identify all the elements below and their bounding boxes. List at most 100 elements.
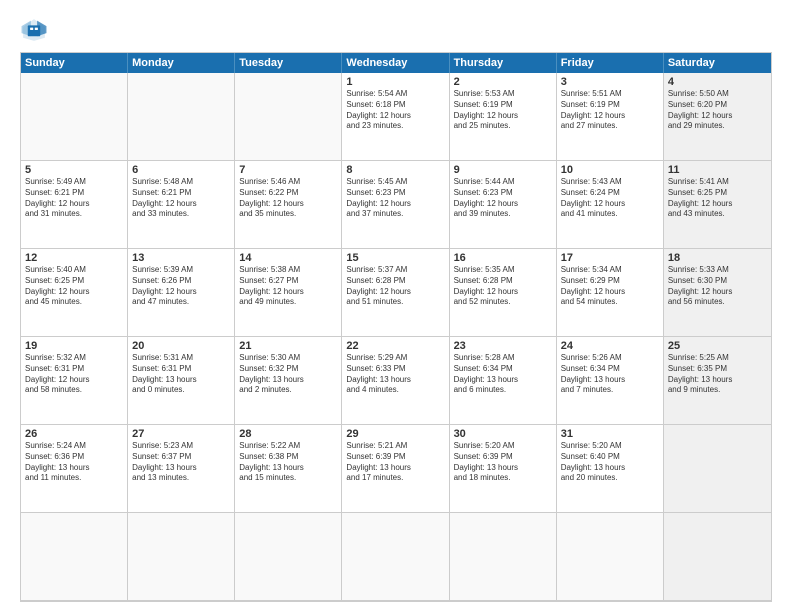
day-number: 18 <box>668 252 767 264</box>
cal-cell: 9Sunrise: 5:44 AM Sunset: 6:23 PM Daylig… <box>450 161 557 249</box>
day-number: 24 <box>561 340 659 352</box>
cell-info: Sunrise: 5:29 AM Sunset: 6:33 PM Dayligh… <box>346 353 444 396</box>
cell-info: Sunrise: 5:49 AM Sunset: 6:21 PM Dayligh… <box>25 177 123 220</box>
header-day-monday: Monday <box>128 53 235 73</box>
cell-info: Sunrise: 5:41 AM Sunset: 6:25 PM Dayligh… <box>668 177 767 220</box>
cal-cell <box>342 513 449 601</box>
day-number: 15 <box>346 252 444 264</box>
logo <box>20 16 52 44</box>
cal-cell: 5Sunrise: 5:49 AM Sunset: 6:21 PM Daylig… <box>21 161 128 249</box>
cal-cell: 2Sunrise: 5:53 AM Sunset: 6:19 PM Daylig… <box>450 73 557 161</box>
day-number: 8 <box>346 164 444 176</box>
cal-cell <box>664 513 771 601</box>
cal-cell: 28Sunrise: 5:22 AM Sunset: 6:38 PM Dayli… <box>235 425 342 513</box>
header <box>20 16 772 44</box>
cal-cell: 10Sunrise: 5:43 AM Sunset: 6:24 PM Dayli… <box>557 161 664 249</box>
cal-cell: 11Sunrise: 5:41 AM Sunset: 6:25 PM Dayli… <box>664 161 771 249</box>
day-number: 14 <box>239 252 337 264</box>
cal-cell: 18Sunrise: 5:33 AM Sunset: 6:30 PM Dayli… <box>664 249 771 337</box>
cal-cell: 6Sunrise: 5:48 AM Sunset: 6:21 PM Daylig… <box>128 161 235 249</box>
cal-cell <box>450 513 557 601</box>
cell-info: Sunrise: 5:34 AM Sunset: 6:29 PM Dayligh… <box>561 265 659 308</box>
day-number: 4 <box>668 76 767 88</box>
cell-info: Sunrise: 5:51 AM Sunset: 6:19 PM Dayligh… <box>561 89 659 132</box>
day-number: 1 <box>346 76 444 88</box>
day-number: 19 <box>25 340 123 352</box>
cal-cell: 26Sunrise: 5:24 AM Sunset: 6:36 PM Dayli… <box>21 425 128 513</box>
calendar: SundayMondayTuesdayWednesdayThursdayFrid… <box>20 52 772 602</box>
cal-cell <box>128 73 235 161</box>
cell-info: Sunrise: 5:20 AM Sunset: 6:39 PM Dayligh… <box>454 441 552 484</box>
cal-cell <box>128 513 235 601</box>
header-day-friday: Friday <box>557 53 664 73</box>
cal-cell: 29Sunrise: 5:21 AM Sunset: 6:39 PM Dayli… <box>342 425 449 513</box>
day-number: 2 <box>454 76 552 88</box>
day-number: 17 <box>561 252 659 264</box>
cell-info: Sunrise: 5:26 AM Sunset: 6:34 PM Dayligh… <box>561 353 659 396</box>
day-number: 12 <box>25 252 123 264</box>
cal-cell <box>21 513 128 601</box>
day-number: 30 <box>454 428 552 440</box>
header-day-thursday: Thursday <box>450 53 557 73</box>
cell-info: Sunrise: 5:25 AM Sunset: 6:35 PM Dayligh… <box>668 353 767 396</box>
cell-info: Sunrise: 5:24 AM Sunset: 6:36 PM Dayligh… <box>25 441 123 484</box>
cell-info: Sunrise: 5:21 AM Sunset: 6:39 PM Dayligh… <box>346 441 444 484</box>
cal-cell: 21Sunrise: 5:30 AM Sunset: 6:32 PM Dayli… <box>235 337 342 425</box>
cal-cell: 12Sunrise: 5:40 AM Sunset: 6:25 PM Dayli… <box>21 249 128 337</box>
day-number: 23 <box>454 340 552 352</box>
cal-cell: 19Sunrise: 5:32 AM Sunset: 6:31 PM Dayli… <box>21 337 128 425</box>
cal-cell: 13Sunrise: 5:39 AM Sunset: 6:26 PM Dayli… <box>128 249 235 337</box>
day-number: 20 <box>132 340 230 352</box>
cell-info: Sunrise: 5:43 AM Sunset: 6:24 PM Dayligh… <box>561 177 659 220</box>
day-number: 21 <box>239 340 337 352</box>
cal-cell: 7Sunrise: 5:46 AM Sunset: 6:22 PM Daylig… <box>235 161 342 249</box>
cal-cell: 22Sunrise: 5:29 AM Sunset: 6:33 PM Dayli… <box>342 337 449 425</box>
cal-cell: 25Sunrise: 5:25 AM Sunset: 6:35 PM Dayli… <box>664 337 771 425</box>
cell-info: Sunrise: 5:38 AM Sunset: 6:27 PM Dayligh… <box>239 265 337 308</box>
header-day-sunday: Sunday <box>21 53 128 73</box>
header-day-saturday: Saturday <box>664 53 771 73</box>
day-number: 27 <box>132 428 230 440</box>
cal-cell: 27Sunrise: 5:23 AM Sunset: 6:37 PM Dayli… <box>128 425 235 513</box>
day-number: 5 <box>25 164 123 176</box>
cal-cell: 24Sunrise: 5:26 AM Sunset: 6:34 PM Dayli… <box>557 337 664 425</box>
cell-info: Sunrise: 5:28 AM Sunset: 6:34 PM Dayligh… <box>454 353 552 396</box>
cal-cell: 30Sunrise: 5:20 AM Sunset: 6:39 PM Dayli… <box>450 425 557 513</box>
cell-info: Sunrise: 5:46 AM Sunset: 6:22 PM Dayligh… <box>239 177 337 220</box>
page: SundayMondayTuesdayWednesdayThursdayFrid… <box>0 0 792 612</box>
cell-info: Sunrise: 5:39 AM Sunset: 6:26 PM Dayligh… <box>132 265 230 308</box>
cell-info: Sunrise: 5:45 AM Sunset: 6:23 PM Dayligh… <box>346 177 444 220</box>
cal-cell: 15Sunrise: 5:37 AM Sunset: 6:28 PM Dayli… <box>342 249 449 337</box>
cal-cell: 14Sunrise: 5:38 AM Sunset: 6:27 PM Dayli… <box>235 249 342 337</box>
cal-cell <box>235 513 342 601</box>
cal-cell: 4Sunrise: 5:50 AM Sunset: 6:20 PM Daylig… <box>664 73 771 161</box>
cell-info: Sunrise: 5:22 AM Sunset: 6:38 PM Dayligh… <box>239 441 337 484</box>
cal-cell: 8Sunrise: 5:45 AM Sunset: 6:23 PM Daylig… <box>342 161 449 249</box>
calendar-header: SundayMondayTuesdayWednesdayThursdayFrid… <box>21 53 771 73</box>
cal-cell: 3Sunrise: 5:51 AM Sunset: 6:19 PM Daylig… <box>557 73 664 161</box>
cell-info: Sunrise: 5:37 AM Sunset: 6:28 PM Dayligh… <box>346 265 444 308</box>
cal-cell: 20Sunrise: 5:31 AM Sunset: 6:31 PM Dayli… <box>128 337 235 425</box>
cal-cell: 1Sunrise: 5:54 AM Sunset: 6:18 PM Daylig… <box>342 73 449 161</box>
cal-cell: 16Sunrise: 5:35 AM Sunset: 6:28 PM Dayli… <box>450 249 557 337</box>
day-number: 3 <box>561 76 659 88</box>
cal-cell: 31Sunrise: 5:20 AM Sunset: 6:40 PM Dayli… <box>557 425 664 513</box>
cell-info: Sunrise: 5:33 AM Sunset: 6:30 PM Dayligh… <box>668 265 767 308</box>
header-day-tuesday: Tuesday <box>235 53 342 73</box>
cell-info: Sunrise: 5:32 AM Sunset: 6:31 PM Dayligh… <box>25 353 123 396</box>
day-number: 11 <box>668 164 767 176</box>
day-number: 16 <box>454 252 552 264</box>
day-number: 13 <box>132 252 230 264</box>
logo-icon <box>20 16 48 44</box>
cell-info: Sunrise: 5:30 AM Sunset: 6:32 PM Dayligh… <box>239 353 337 396</box>
day-number: 25 <box>668 340 767 352</box>
cal-cell <box>235 73 342 161</box>
day-number: 6 <box>132 164 230 176</box>
cell-info: Sunrise: 5:35 AM Sunset: 6:28 PM Dayligh… <box>454 265 552 308</box>
day-number: 22 <box>346 340 444 352</box>
calendar-body: 1Sunrise: 5:54 AM Sunset: 6:18 PM Daylig… <box>21 73 771 601</box>
cell-info: Sunrise: 5:48 AM Sunset: 6:21 PM Dayligh… <box>132 177 230 220</box>
cal-cell: 17Sunrise: 5:34 AM Sunset: 6:29 PM Dayli… <box>557 249 664 337</box>
day-number: 31 <box>561 428 659 440</box>
cell-info: Sunrise: 5:54 AM Sunset: 6:18 PM Dayligh… <box>346 89 444 132</box>
